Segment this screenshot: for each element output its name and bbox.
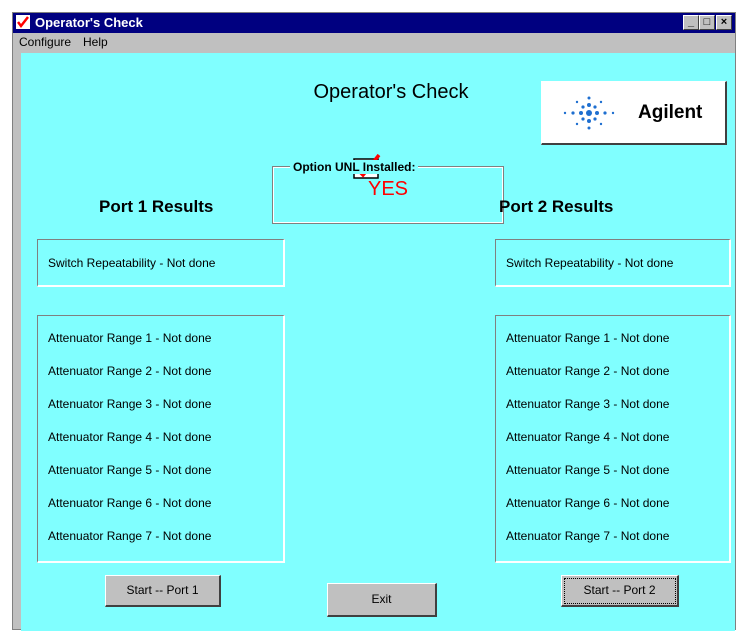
- start-port1-button[interactable]: Start -- Port 1: [105, 575, 221, 607]
- port2-switch-status: Switch Repeatability - Not done: [506, 256, 674, 270]
- exit-button[interactable]: Exit: [327, 583, 437, 617]
- menu-configure[interactable]: Configure: [19, 35, 71, 49]
- port1-range-5: Attenuator Range 5 - Not done: [48, 463, 212, 477]
- minimize-button[interactable]: _: [683, 15, 699, 30]
- agilent-spark-icon: [563, 96, 615, 130]
- port1-results-heading: Port 1 Results: [99, 197, 214, 216]
- maximize-button[interactable]: □: [699, 15, 715, 30]
- port1-range-1: Attenuator Range 1 - Not done: [48, 331, 212, 345]
- operators-check-window: Operator's Check _ □ × Configure Help Op…: [12, 12, 736, 631]
- agilent-logo: Agilent: [541, 81, 727, 145]
- port2-switch-panel: Switch Repeatability - Not done: [495, 239, 731, 287]
- menu-help[interactable]: Help: [83, 35, 108, 49]
- port2-results-heading: Port 2 Results: [499, 197, 614, 216]
- port2-range-5: Attenuator Range 5 - Not done: [506, 463, 670, 477]
- port2-range-6: Attenuator Range 6 - Not done: [506, 496, 670, 510]
- port1-range-2: Attenuator Range 2 - Not done: [48, 364, 212, 378]
- close-icon: ×: [720, 16, 728, 28]
- main-panel: Operator's Check Agilent Option UNL Inst…: [21, 53, 735, 631]
- minimize-icon: _: [687, 16, 695, 28]
- check-app-icon: [16, 15, 30, 29]
- port2-range-7: Attenuator Range 7 - Not done: [506, 529, 670, 543]
- start-port2-button[interactable]: Start -- Port 2: [561, 575, 679, 607]
- close-button[interactable]: ×: [716, 15, 732, 30]
- port1-switch-panel: Switch Repeatability - Not done: [37, 239, 285, 287]
- port2-range-1: Attenuator Range 1 - Not done: [506, 331, 670, 345]
- port1-range-6: Attenuator Range 6 - Not done: [48, 496, 212, 510]
- port1-switch-status: Switch Repeatability - Not done: [48, 256, 216, 270]
- port1-range-7: Attenuator Range 7 - Not done: [48, 529, 212, 543]
- port2-range-3: Attenuator Range 3 - Not done: [506, 397, 670, 411]
- window-title: Operator's Check: [35, 15, 143, 30]
- port2-range-4: Attenuator Range 4 - Not done: [506, 430, 670, 444]
- port1-range-3: Attenuator Range 3 - Not done: [48, 397, 212, 411]
- agilent-brand: Agilent: [638, 102, 703, 123]
- port1-range-4: Attenuator Range 4 - Not done: [48, 430, 212, 444]
- port1-attenuator-panel: Attenuator Range 1 - Not done Attenuator…: [37, 315, 285, 563]
- port2-range-2: Attenuator Range 2 - Not done: [506, 364, 670, 378]
- page-title: Operator's Check: [313, 81, 469, 103]
- option-unl-group: Option UNL Installed: YES: [272, 160, 504, 224]
- option-unl-label: Option UNL Installed:: [290, 160, 419, 174]
- menu-bar: Configure Help: [13, 33, 735, 51]
- title-bar[interactable]: Operator's Check _ □ ×: [13, 13, 735, 33]
- maximize-icon: □: [703, 16, 711, 28]
- port2-attenuator-panel: Attenuator Range 1 - Not done Attenuator…: [495, 315, 731, 563]
- option-unl-value: YES: [367, 178, 409, 200]
